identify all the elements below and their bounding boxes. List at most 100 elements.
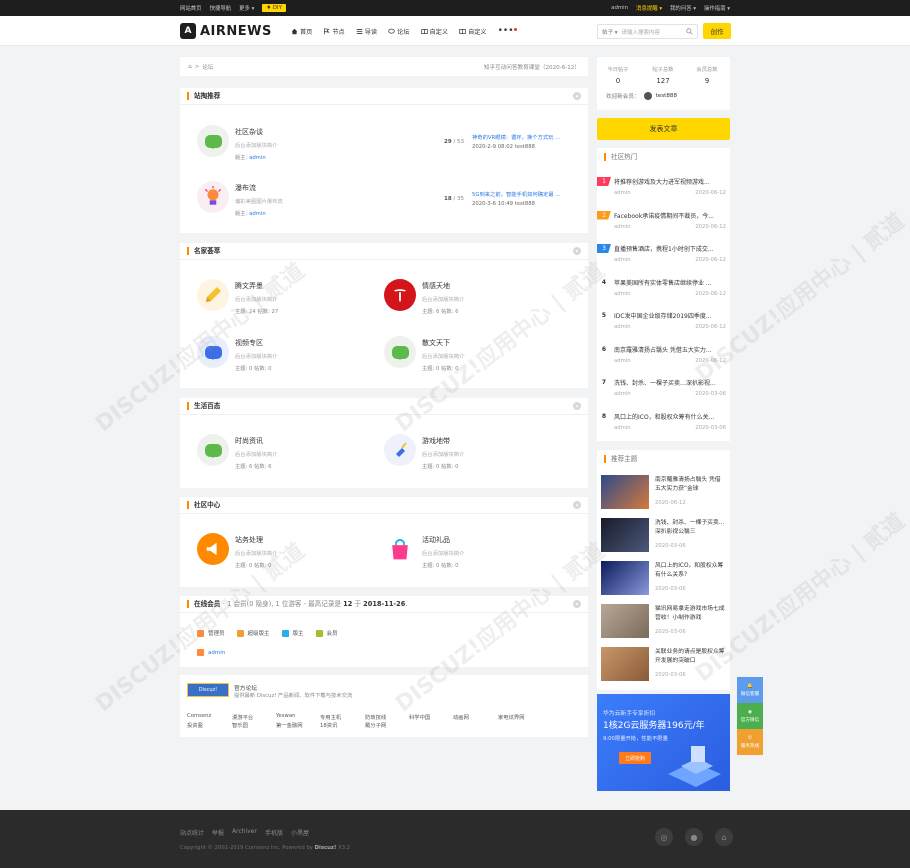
- avatar[interactable]: [643, 92, 652, 100]
- create-button[interactable]: 创作: [703, 23, 731, 39]
- recommended-topic-item[interactable]: 南京羅雅清扬占翳头 凭借五大实力获“金球 2020-06-12: [601, 475, 727, 511]
- wechat-icon[interactable]: ◎: [655, 828, 673, 846]
- forum-item[interactable]: 时尚资讯 后台添加版块简介 主题: 6 帖数: 6: [197, 434, 277, 470]
- topic-thumbnail[interactable]: [601, 561, 649, 595]
- nav-forum[interactable]: 论坛: [388, 27, 410, 36]
- forum-name[interactable]: 游戏地带: [422, 436, 464, 446]
- collapse-icon[interactable]: ▴: [573, 402, 581, 410]
- forum-item[interactable]: 情感天地 后台添加版块简介 主题: 6 帖数: 6: [384, 279, 464, 315]
- forum-item[interactable]: 活动礼品 后台添加版块简介 主题: 0 帖数: 0: [384, 533, 464, 569]
- footer-link[interactable]: 手机版: [265, 828, 283, 837]
- hot-topic-author[interactable]: admin: [614, 425, 631, 431]
- hot-topic-title[interactable]: 苹果美国所有实体零售店继续停业 ...: [614, 278, 724, 287]
- nav-guide[interactable]: 导读: [356, 27, 377, 36]
- search-scope-select[interactable]: 帖子 ▾: [602, 28, 618, 36]
- nav-custom-2[interactable]: 自定义: [459, 27, 487, 36]
- topic-thumbnail[interactable]: [601, 518, 649, 552]
- diy-button[interactable]: ♦ DIY: [262, 4, 286, 12]
- moderator-link[interactable]: admin: [249, 211, 266, 217]
- forum-name[interactable]: 活动礼品: [422, 535, 464, 545]
- forum-item[interactable]: 腾文弄墨 后台添加版块简介 主题: 24 帖数: 27: [197, 279, 278, 315]
- nav-nodes[interactable]: 节点: [323, 27, 345, 36]
- topbar-link-quicknav[interactable]: 快捷导航: [210, 4, 232, 12]
- hot-topic-title[interactable]: 洗钱、封杀、一棵子买卖…深扒影视...: [614, 378, 724, 387]
- moderator-link[interactable]: admin: [249, 155, 266, 161]
- recommended-topic-item[interactable]: 洗钱、封杀、一棵子买卖…深扒影视公翳三 2020-03-06: [601, 518, 727, 554]
- topic-thumbnail[interactable]: [601, 475, 649, 509]
- hot-topic-title[interactable]: 南京羅雅清扬占翳头 凭借五大实力...: [614, 345, 724, 354]
- recommended-topic-title[interactable]: 猫讯网易拿走游戏市场七成营收！小制作游戏: [655, 605, 725, 623]
- hot-topic-author[interactable]: admin: [614, 190, 631, 196]
- footer-link[interactable]: 站点统计: [180, 828, 204, 837]
- topbar-notice[interactable]: 消息提醒 ▾: [636, 4, 662, 12]
- friend-link[interactable]: 家电炫界网: [498, 713, 525, 721]
- forum-name[interactable]: 腾文弄墨: [235, 281, 278, 291]
- friend-link[interactable]: 戴分子网: [365, 721, 386, 729]
- recommended-topic-title[interactable]: 风口上的ICO，和股权众筹有什么关系？: [655, 562, 725, 580]
- topbar-link-more[interactable]: 更多 ▾: [239, 4, 254, 12]
- forum-name[interactable]: 情感天地: [422, 281, 464, 291]
- footer-link[interactable]: Archiver: [232, 828, 257, 837]
- collapse-icon[interactable]: ▴: [573, 600, 581, 608]
- friend-link[interactable]: 防琐技线: [365, 713, 386, 721]
- hot-topic-title[interactable]: IDC发中国企业级存储2019四季度...: [614, 311, 724, 320]
- friend-link[interactable]: Yeswan: [276, 713, 296, 719]
- forum-name[interactable]: 瀑布流: [235, 183, 283, 193]
- topic-thumbnail[interactable]: [601, 647, 649, 681]
- float-wechat-service[interactable]: 🔔 微信客服: [737, 677, 763, 703]
- forum-item[interactable]: 瀑布流 偏彩美图图片瀑布流 版主: admin: [197, 181, 283, 217]
- hot-topic-item[interactable]: 3 直播预售酒店，携程1小时创下成交... admin 2020-06-12: [597, 243, 730, 273]
- forum-name[interactable]: 时尚资讯: [235, 436, 277, 446]
- friend-link[interactable]: 动画网: [453, 713, 469, 721]
- hot-topic-item[interactable]: 4 苹果美国所有实体零售店继续停业 ... admin 2020-06-12: [597, 277, 730, 307]
- topbar-link-home[interactable]: 网站首页: [180, 4, 202, 12]
- float-wechat-official[interactable]: ◉ 官方微信: [737, 703, 763, 729]
- float-hotline[interactable]: ✆ 服务热线: [737, 729, 763, 755]
- forum-item[interactable]: 散文天下 后台添加版块简介 主题: 0 帖数: 0: [384, 336, 464, 372]
- friend-link[interactable]: 专用主机: [320, 713, 341, 721]
- apple-icon[interactable]: ●: [685, 828, 703, 846]
- hot-topic-item[interactable]: 1 将推荐创游戏及大力进军视频游戏... admin 2020-06-12: [597, 176, 730, 206]
- friend-link[interactable]: 科学中国: [409, 713, 430, 721]
- friend-link[interactable]: 第一金融网: [276, 721, 303, 729]
- last-post-title[interactable]: 5G到来之前，智能手机如何确定最 ...: [472, 191, 580, 200]
- recommended-topic-title[interactable]: 洗钱、封杀、一棵子买卖…深扒影视公翳三: [655, 519, 725, 537]
- hot-topic-author[interactable]: admin: [614, 391, 631, 397]
- collapse-icon[interactable]: ▴: [573, 247, 581, 255]
- forum-item[interactable]: 游戏地带 后台添加版块简介 主题: 0 帖数: 0: [384, 434, 464, 470]
- recommended-topic-item[interactable]: 风口上的ICO，和股权众筹有什么关系？ 2020-03-06: [601, 561, 727, 597]
- footer-link[interactable]: 举报: [212, 828, 224, 837]
- online-username[interactable]: admin: [208, 650, 225, 656]
- hot-topic-title[interactable]: 直播预售酒店，携程1小时创下成交...: [614, 244, 724, 253]
- collapse-icon[interactable]: ▴: [573, 501, 581, 509]
- search-box[interactable]: 帖子 ▾ 请输入搜索内容: [597, 24, 698, 39]
- site-logo[interactable]: A AIRNEWS: [180, 23, 272, 39]
- recommended-topic-title[interactable]: 南京羅雅清扬占翳头 凭借五大实力获“金球: [655, 476, 725, 494]
- ad-cta-button[interactable]: 立即抢购: [619, 752, 651, 764]
- friend-link[interactable]: 投资盈: [187, 721, 203, 729]
- hot-topic-author[interactable]: admin: [614, 257, 631, 263]
- breadcrumb-current[interactable]: 论坛: [202, 63, 213, 71]
- home-icon[interactable]: ⌂: [715, 828, 733, 846]
- last-post-title[interactable]: 神奇的VR眼镜：循环，换个方式玩 ...: [472, 134, 580, 143]
- search-input[interactable]: 请输入搜索内容: [622, 28, 682, 36]
- collapse-icon[interactable]: ▴: [573, 92, 581, 100]
- friend-link[interactable]: Comsenz: [187, 713, 211, 719]
- search-icon[interactable]: [686, 28, 693, 35]
- topic-thumbnail[interactable]: [601, 604, 649, 638]
- footer-link[interactable]: 小黑屋: [291, 828, 309, 837]
- hot-topic-item[interactable]: 6 南京羅雅清扬占翳头 凭借五大实力... admin 2020-06-12: [597, 344, 730, 374]
- cloud-ad-banner[interactable]: 华为云新手专享折扣 1核2G云服务器196元/年 9:00限量开抢，性能不限量 …: [597, 694, 730, 791]
- forum-item[interactable]: 视频专区 后台添加版块简介 主题: 0 帖数: 0: [197, 336, 277, 372]
- forum-name[interactable]: 散文天下: [422, 338, 464, 348]
- hot-topic-item[interactable]: 8 风口上的ICO，和股权众筹有什么关... admin 2020-03-06: [597, 411, 730, 441]
- copyright-brand[interactable]: Discuz!: [315, 845, 337, 851]
- breadcrumb-news[interactable]: 知乎互动问答教育课堂（2020-6-12）: [484, 63, 580, 71]
- nav-custom-1[interactable]: 自定义: [420, 27, 448, 36]
- friend-link[interactable]: 18资讯: [320, 721, 337, 729]
- recommended-topic-item[interactable]: 关联业务的请点是股权众筹开发展的突破口 2020-03-06: [601, 647, 727, 683]
- post-article-button[interactable]: 发表文章: [597, 118, 730, 140]
- hot-topic-item[interactable]: 2 Facebook承诺疫情期间不裁员，今... admin 2020-06-12: [597, 210, 730, 240]
- hot-topic-author[interactable]: admin: [614, 358, 631, 364]
- hot-topic-author[interactable]: admin: [614, 324, 631, 330]
